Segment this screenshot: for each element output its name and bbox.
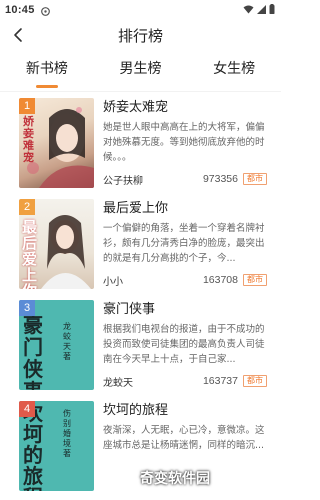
category-tag: 都市 [243,173,267,185]
rank-badge: 4 [19,401,35,417]
book-desc: 根据我们电视台的报道，由于不成功的投资而致使司徒集团的最高负责人司徒南在今天早上… [103,324,265,365]
book-title[interactable]: 坎坷的旅程 [103,401,267,423]
signal-icon [257,4,266,17]
wifi-icon [243,4,254,17]
back-arrow-icon[interactable] [10,26,28,44]
tab-new-books[interactable]: 新书榜 [0,50,94,92]
book-info: 娇妾太难宠 她是世人眼中高高在上的大将军，偏偏对她殊慕无度。等到她彻底放弃他的时… [94,98,267,193]
status-bar: 10:45 [0,0,281,20]
watermark-text: 奇变软件园 [140,471,210,487]
book-cover[interactable]: 2 最后爱上你 [19,199,94,289]
cover-author: 伤别婚境 著 [63,409,71,458]
book-count: 163708 [202,274,238,286]
book-meta: 公子扶柳 973356 都市 [103,172,267,187]
book-author: 小小 [103,276,123,288]
book-cover[interactable]: 1 娇妾难宠 [19,98,94,188]
book-cover[interactable]: 4 坎坷的旅程 伤别婚境 著 [19,401,94,491]
book-meta: 龙蛟天 163737 都市 [103,374,267,389]
book-title[interactable]: 娇妾太难宠 [103,98,267,120]
cover-title: 最后爱上你 [22,218,38,289]
list-item[interactable]: 1 娇妾难宠 娇妾太难宠 她是世人眼中高高在上的大将军，偏偏对她殊慕无度。等到她… [19,92,267,193]
book-list: 1 娇妾难宠 娇妾太难宠 她是世人眼中高高在上的大将军，偏偏对她殊慕无度。等到她… [0,92,281,496]
tab-male[interactable]: 男生榜 [94,50,188,92]
title-bar: 排行榜 [0,20,281,50]
rank-badge: 1 [19,98,35,114]
book-title[interactable]: 最后爱上你 [103,199,267,221]
watermark: 奇变软件园 [134,458,244,496]
page-title: 排行榜 [117,26,163,45]
book-author: 龙蛟天 [103,377,133,389]
book-desc: 一个偏僻的角落，坐着一个穿着名牌衬衫，颇有几分清秀白净的脸庞，最突出的就是有几分… [103,223,265,264]
category-tag: 都市 [243,375,267,387]
cover-title: 娇妾难宠 [23,115,34,164]
book-count: 163737 [202,375,238,387]
book-meta: 小小 163708 都市 [103,273,267,288]
category-tag: 都市 [243,274,267,286]
list-item[interactable]: 2 最后爱上你 最后爱上你 一个偏僻的角落，坐着一个穿着名牌衬衫，颇有几分清秀白… [19,193,267,294]
notification-icon [40,6,50,16]
book-info: 豪门侠事 根据我们电视台的报道，由于不成功的投资而致使司徒集团的最高负责人司徒南… [94,300,267,395]
list-item[interactable]: 3 豪门侠事 龙蛟天 著 豪门侠事 根据我们电视台的报道，由于不成功的投资而致使… [19,294,267,395]
status-time: 10:45 [5,4,35,16]
book-author: 公子扶柳 [103,175,143,187]
book-title[interactable]: 豪门侠事 [103,300,267,322]
rank-badge: 2 [19,199,35,215]
book-desc: 她是世人眼中高高在上的大将军，偏偏对她殊慕无度。等到她彻底放弃他的时候。。。 [103,122,265,163]
book-cover[interactable]: 3 豪门侠事 龙蛟天 著 [19,300,94,390]
cover-author: 龙蛟天 著 [63,322,71,361]
book-info: 最后爱上你 一个偏僻的角落，坐着一个穿着名牌衬衫，颇有几分清秀白净的脸庞，最突出… [94,199,267,294]
ranking-tabs: 新书榜 男生榜 女生榜 [0,50,281,92]
cover-title: 豪门侠事 [23,313,43,390]
rank-badge: 3 [19,300,35,316]
tab-female[interactable]: 女生榜 [187,50,281,92]
book-count: 973356 [202,173,238,185]
battery-icon [269,3,275,17]
